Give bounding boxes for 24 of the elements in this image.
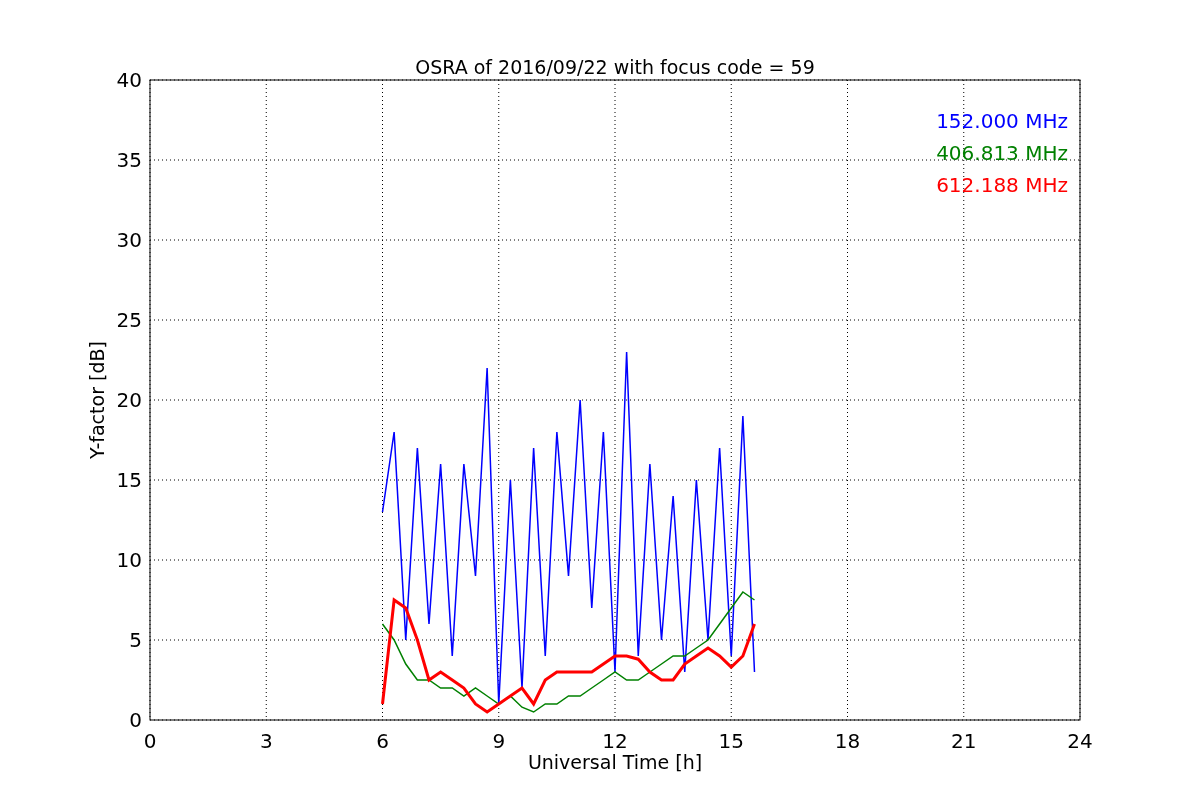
tick-label: 18 — [834, 729, 861, 753]
tick-label: 10 — [116, 548, 142, 572]
tick-label: 5 — [129, 628, 142, 652]
tick-label: 9 — [492, 729, 506, 753]
tick-label: 6 — [376, 729, 389, 753]
legend-label: 612.188 MHz — [936, 173, 1068, 197]
tick-label: 0 — [143, 729, 157, 753]
tick-label: 3 — [259, 729, 273, 753]
tick-label: 25 — [116, 308, 142, 332]
axis-label: Y-factor [dB] — [86, 341, 108, 459]
legend-label: 406.813 MHz — [936, 141, 1068, 165]
tick-label: 30 — [116, 228, 142, 252]
tick-label: 15 — [718, 729, 744, 753]
axis-label: Universal Time [h] — [527, 751, 703, 773]
tick-label: 35 — [116, 148, 142, 172]
tick-label: 21 — [951, 729, 977, 753]
chart-title: OSRA of 2016/09/22 with focus code = 59 — [415, 56, 815, 78]
tick-label: 15 — [116, 468, 142, 492]
tick-label: 12 — [602, 729, 628, 753]
tick-label: 0 — [129, 708, 142, 732]
tick-label: 40 — [116, 68, 142, 92]
tick-label: 20 — [116, 388, 142, 412]
legend-label: 152.000 MHz — [936, 109, 1068, 133]
tick-label: 24 — [1067, 729, 1093, 753]
